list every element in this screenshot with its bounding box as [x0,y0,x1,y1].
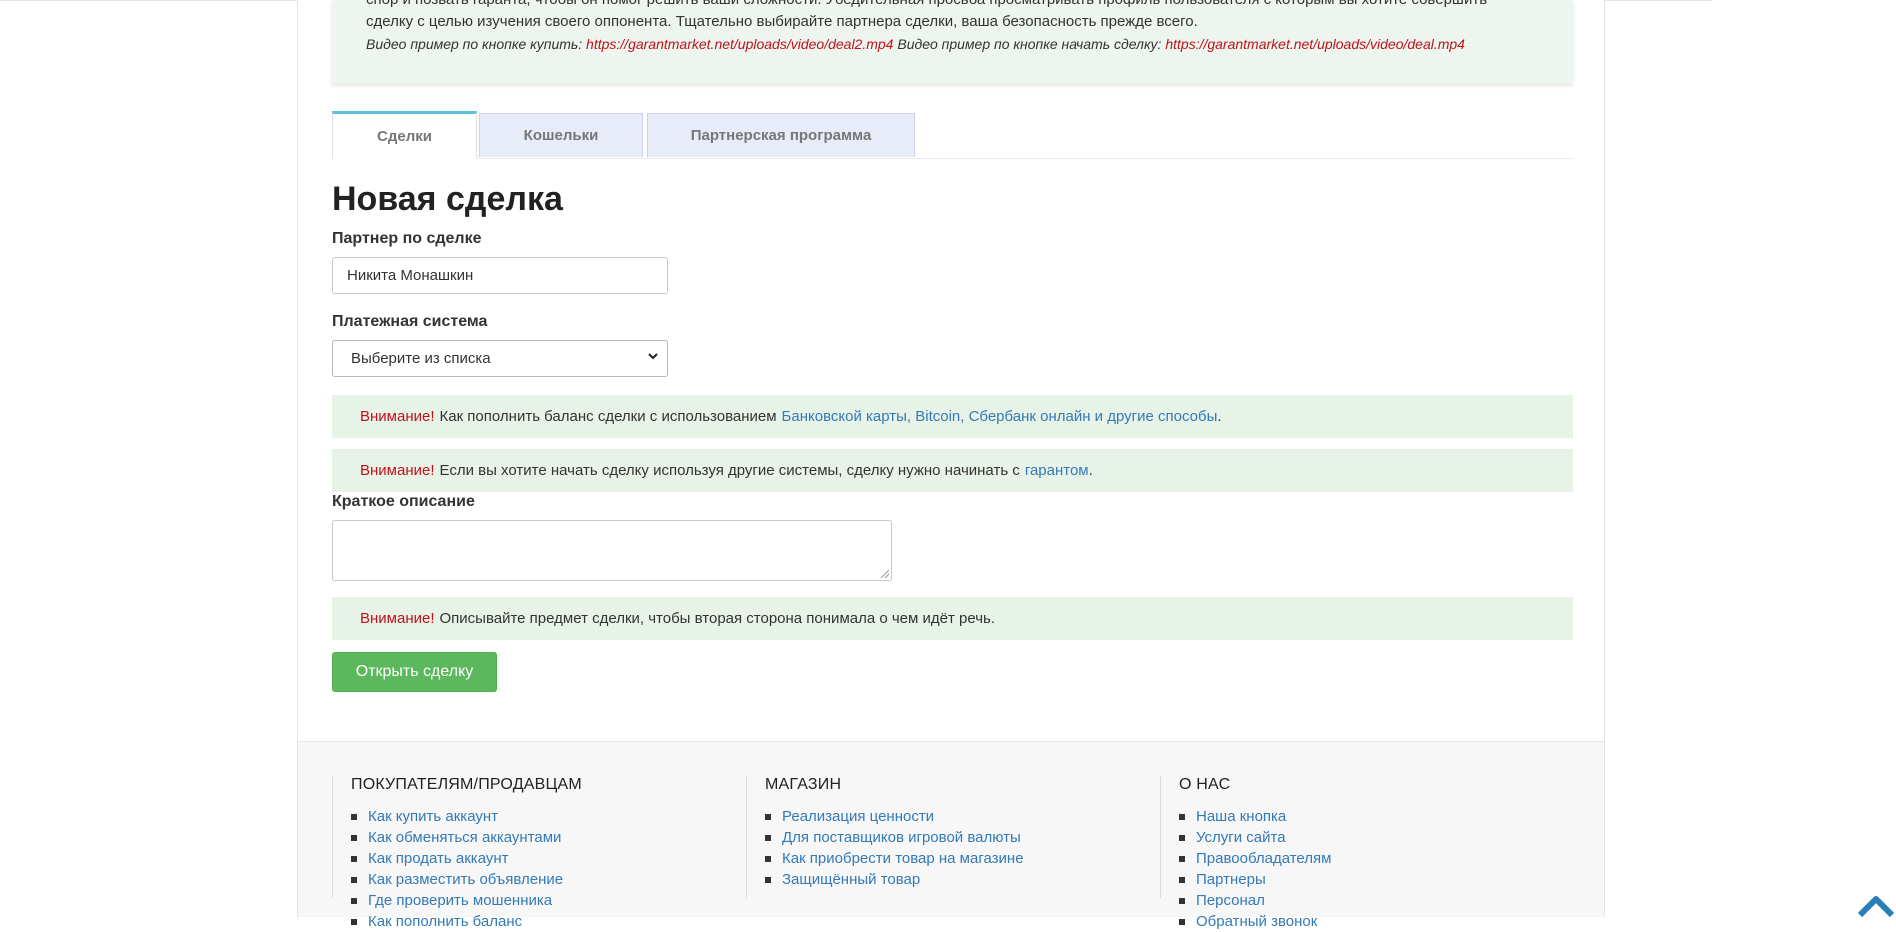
footer-column-shop: МАГАЗИН Реализация ценности Для поставщи… [746,776,1161,898]
tab-partner-program[interactable]: Партнерская программа [647,113,915,157]
footer-column-title: ПОКУПАТЕЛЯМ/ПРОДАВЦАМ [351,776,582,793]
info-video-line: Видео пример по кнопке купить: https://g… [366,33,1539,55]
footer-link[interactable]: Защищённый товар [765,869,1024,890]
scroll-top-button[interactable] [1856,887,1896,918]
info-line-1: спор и позвать гаранта, чтобы он помог р… [366,0,1539,11]
tab-deals[interactable]: Сделки [332,111,477,159]
video-deal-link[interactable]: https://garantmarket.net/uploads/video/d… [1165,36,1465,52]
alert-other-systems: Внимание! Если вы хотите начать сделку и… [332,449,1573,492]
footer-column-title: О НАС [1179,776,1231,793]
main-container: спор и позвать гаранта, чтобы он помог р… [297,0,1605,741]
description-label: Краткое описание [332,493,475,510]
footer-link[interactable]: Как разместить объявление [351,869,563,890]
alert-warning-label: Внимание! [360,462,435,479]
info-box: спор и позвать гаранта, чтобы он помог р… [332,0,1573,84]
footer-link[interactable]: Правообладателям [1179,848,1331,869]
alert-describe: Внимание! Описывайте предмет сделки, что… [332,597,1573,640]
open-deal-button[interactable]: Открыть сделку [332,652,497,692]
chevron-down-icon [647,350,659,365]
description-textarea[interactable] [332,520,892,581]
footer-link[interactable]: Для поставщиков игровой валюты [765,827,1024,848]
footer-column-title: МАГАЗИН [765,776,842,793]
payment-system-label: Платежная система [332,313,488,330]
alert-warning-label: Внимание! [360,610,435,627]
payment-system-select[interactable]: Выберите из списка [332,340,668,377]
footer-link-list: Реализация ценности Для поставщиков игро… [765,806,1024,890]
footer-link[interactable]: Персонал [1179,890,1331,911]
footer-link[interactable]: Как пополнить баланс [351,911,563,932]
alert-tail: . [1088,462,1093,479]
page-title: Новая сделка [332,180,563,218]
footer-link[interactable]: Как купить аккаунт [351,806,563,827]
video-buy-label: Видео пример по кнопке купить: [366,36,583,52]
payment-methods-link[interactable]: Банковской карты, Bitcoin, Сбербанк онла… [782,408,1218,425]
guarantor-link[interactable]: гарантом [1025,462,1089,479]
video-buy-link[interactable]: https://garantmarket.net/uploads/video/d… [586,36,893,52]
info-line-2: сделку с целью изучения своего оппонента… [366,13,1198,30]
tab-wallets[interactable]: Кошельки [479,113,643,157]
video-deal-label: Видео пример по кнопке начать сделку: [897,36,1162,52]
chevron-up-icon [1857,896,1895,918]
alert-warning-label: Внимание! [360,408,435,425]
footer-link[interactable]: Как обменяться аккаунтами [351,827,563,848]
resize-handle[interactable] [881,570,889,578]
footer-link[interactable]: Где проверить мошенника [351,890,563,911]
footer: ПОКУПАТЕЛЯМ/ПРОДАВЦАМ Как купить аккаунт… [297,741,1605,930]
alert-top-up: Внимание! Как пополнить баланс сделки с … [332,395,1573,438]
footer-link[interactable]: Как приобрести товар на магазине [765,848,1024,869]
alert-text: Если вы хотите начать сделку используя д… [439,462,1020,479]
footer-link[interactable]: Наша кнопка [1179,806,1331,827]
footer-link[interactable]: Как продать аккаунт [351,848,563,869]
footer-link[interactable]: Обратный звонок [1179,911,1331,932]
footer-link[interactable]: Услуги сайта [1179,827,1331,848]
footer-column-about: О НАС Наша кнопка Услуги сайта Правообла… [1160,776,1575,930]
footer-link-list: Наша кнопка Услуги сайта Правообладателя… [1179,806,1331,932]
partner-label: Партнер по сделке [332,230,482,247]
footer-link[interactable]: Партнеры [1179,869,1331,890]
partner-input[interactable] [332,257,668,294]
footer-link-list: Как купить аккаунт Как обменяться аккаун… [351,806,563,932]
alert-tail: . [1217,408,1222,425]
footer-link[interactable]: Реализация ценности [765,806,1024,827]
tab-bar: Сделки Кошельки Партнерская программа [332,111,1573,159]
footer-column-buyers: ПОКУПАТЕЛЯМ/ПРОДАВЦАМ Как купить аккаунт… [332,776,747,930]
alert-text: Как пополнить баланс сделки с использова… [439,408,777,425]
alert-text: Описывайте предмет сделки, чтобы вторая … [439,610,996,627]
payment-system-selected: Выберите из списка [351,350,491,367]
